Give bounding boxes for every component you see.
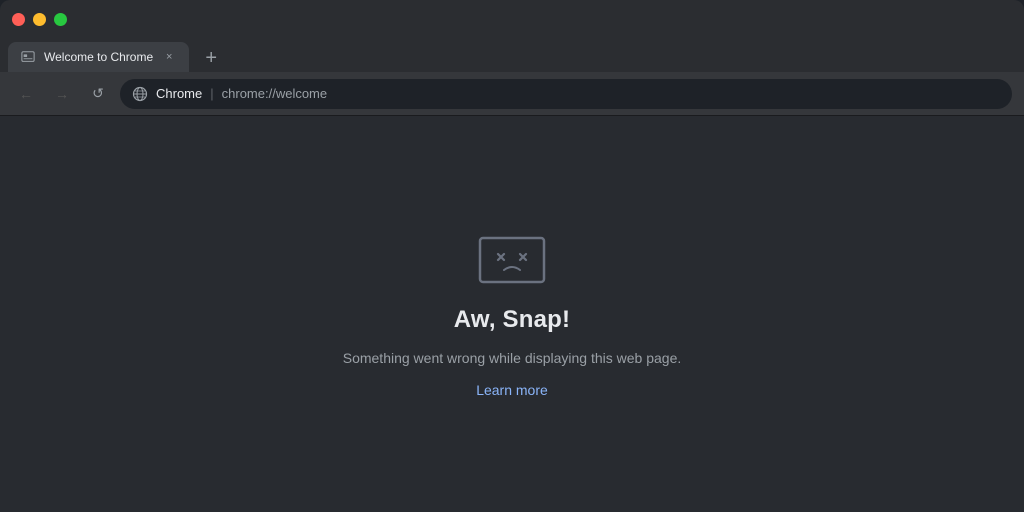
back-button[interactable]: ← <box>12 80 40 108</box>
new-tab-button[interactable]: + <box>197 44 225 72</box>
page-content: Aw, Snap! Something went wrong while dis… <box>0 116 1024 512</box>
navigation-bar: ← → ↺ Chrome | chrome://welcome <box>0 72 1024 116</box>
reload-button[interactable]: ↺ <box>84 80 112 108</box>
traffic-lights <box>12 13 67 26</box>
error-message: Something went wrong while displaying th… <box>343 350 682 366</box>
tab-favicon <box>20 49 36 65</box>
tab-title: Welcome to Chrome <box>44 50 153 64</box>
maximize-button[interactable] <box>54 13 67 26</box>
address-text: Chrome | chrome://welcome <box>156 86 327 101</box>
tab-bar: Welcome to Chrome × + <box>0 38 1024 72</box>
title-bar <box>0 0 1024 38</box>
tab-close-button[interactable]: × <box>161 49 177 65</box>
address-url: chrome://welcome <box>222 86 327 101</box>
close-button[interactable] <box>12 13 25 26</box>
error-icon <box>476 230 548 290</box>
error-title: Aw, Snap! <box>454 306 570 334</box>
forward-button[interactable]: → <box>48 80 76 108</box>
active-tab[interactable]: Welcome to Chrome × <box>8 42 189 72</box>
site-name: Chrome <box>156 86 202 101</box>
address-bar[interactable]: Chrome | chrome://welcome <box>120 79 1012 109</box>
minimize-button[interactable] <box>33 13 46 26</box>
learn-more-link[interactable]: Learn more <box>476 382 548 398</box>
security-icon <box>132 86 148 102</box>
address-separator: | <box>210 86 213 101</box>
